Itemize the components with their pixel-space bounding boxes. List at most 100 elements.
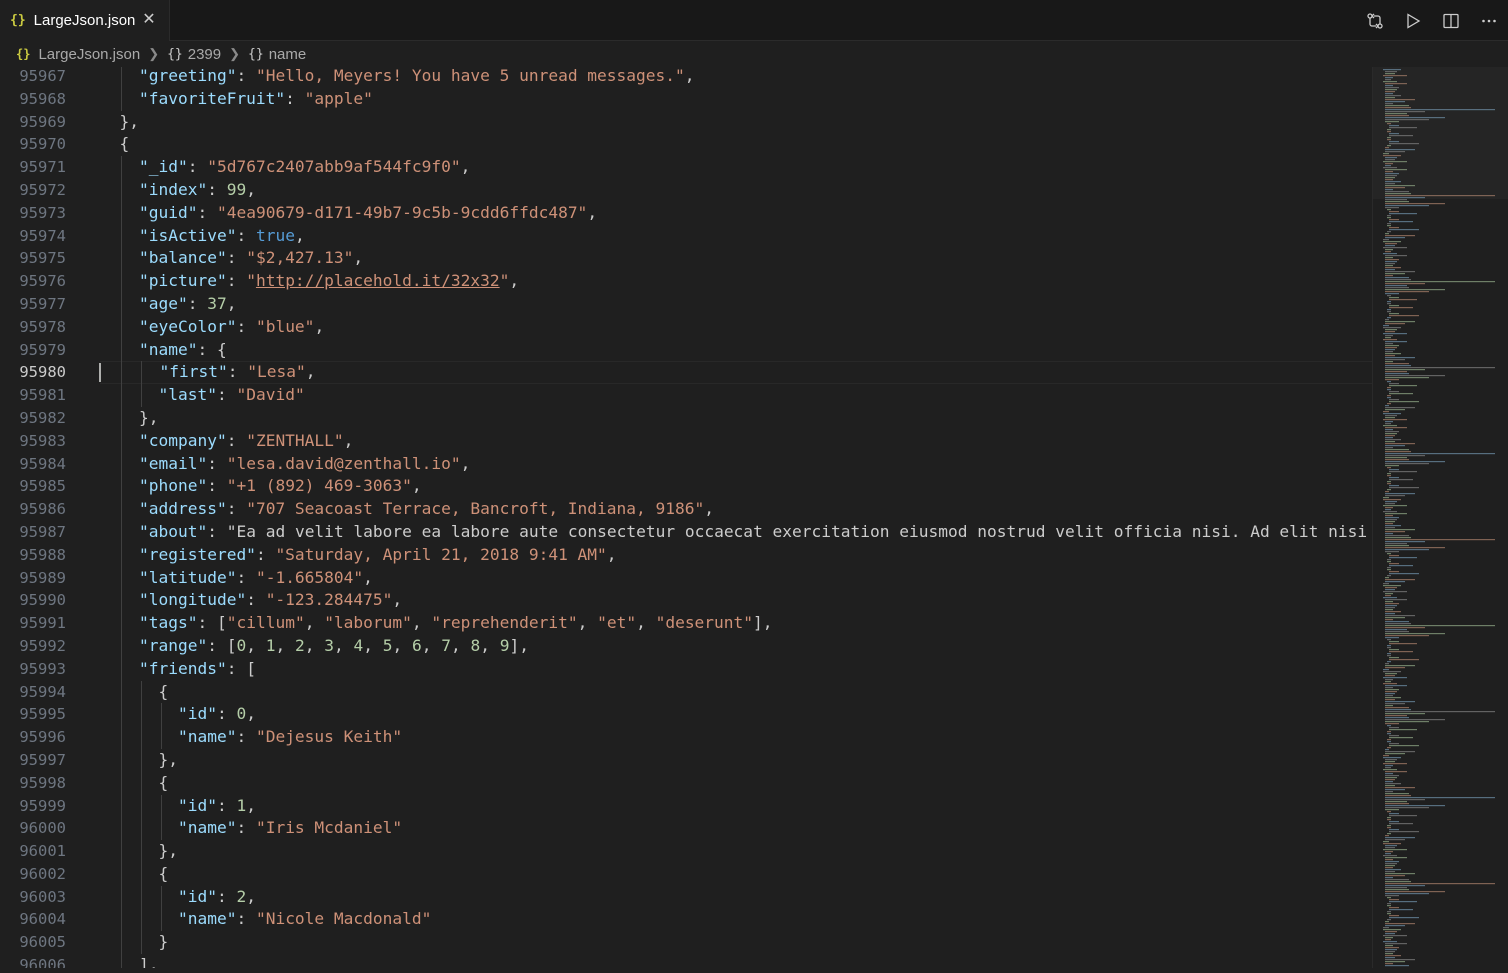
minimap-line	[1383, 325, 1389, 327]
indent-guide	[121, 748, 123, 772]
minimap-line	[1389, 297, 1399, 299]
more-actions-icon[interactable]	[1470, 0, 1508, 41]
minimap-line	[1385, 503, 1395, 505]
line-number: 95998	[19, 773, 66, 792]
minimap-line	[1387, 913, 1391, 915]
source-control-compare-icon[interactable]	[1356, 0, 1394, 41]
code-line[interactable]: {	[100, 771, 1372, 795]
code-text: },	[100, 407, 159, 427]
minimap-line	[1383, 419, 1407, 421]
indent-guide	[161, 726, 163, 749]
code-line[interactable]: {	[100, 680, 1372, 704]
code-line[interactable]: "index": 99,	[100, 178, 1372, 202]
line-number: 96002	[19, 864, 66, 883]
breadcrumb-item-2399[interactable]: {} 2399	[167, 46, 221, 63]
code-line[interactable]: "name": {	[100, 338, 1372, 362]
minimap-line	[1389, 471, 1417, 473]
minimap-line	[1385, 547, 1445, 549]
code-line[interactable]: "company": "ZENTHALL",	[100, 429, 1372, 453]
minimap-line	[1387, 553, 1391, 555]
minimap-line	[1387, 731, 1391, 733]
minimap-line	[1385, 667, 1405, 669]
code-line[interactable]: "about": "Ea ad velit labore ea labore a…	[100, 520, 1372, 544]
minimap[interactable]	[1372, 67, 1508, 968]
code-line[interactable]: "last": "David"	[100, 384, 1372, 407]
split-editor-icon[interactable]	[1432, 0, 1470, 41]
code-line[interactable]: "guid": "4ea90679-d171-49b7-9c5b-9cdd6ff…	[100, 201, 1372, 225]
tab-largejson[interactable]: {} LargeJson.json ✕	[0, 0, 170, 41]
minimap-line	[1385, 507, 1393, 509]
minimap-line	[1385, 595, 1391, 597]
json-file-icon: {}	[16, 47, 31, 61]
code-line[interactable]: "registered": "Saturday, April 21, 2018 …	[100, 543, 1372, 567]
code-line[interactable]: "name": "Nicole Macdonald"	[100, 908, 1372, 932]
minimap-line	[1385, 335, 1393, 337]
minimap-line	[1387, 381, 1391, 383]
minimap-line	[1385, 293, 1399, 295]
code-line[interactable]: "range": [0, 1, 2, 3, 4, 5, 6, 7, 8, 9],	[100, 634, 1372, 658]
run-icon[interactable]	[1394, 0, 1432, 41]
code-line[interactable]: "picture": "http://placehold.it/32x32",	[100, 270, 1372, 293]
close-icon[interactable]: ✕	[139, 10, 159, 30]
code-line[interactable]: },	[100, 111, 1372, 134]
code-line[interactable]: "first": "Lesa",	[99, 361, 1372, 385]
minimap-line	[1389, 221, 1413, 223]
minimap-line	[1385, 835, 1389, 837]
code-line[interactable]: "longitude": "-123.284475",	[100, 589, 1372, 613]
code-line[interactable]: "balance": "$2,427.13",	[100, 247, 1372, 271]
code-line[interactable]: "_id": "5d767c2407abb9af544fc9f0",	[100, 156, 1372, 179]
code-line[interactable]: "name": "Iris Mcdaniel"	[100, 817, 1372, 841]
minimap-line	[1385, 625, 1495, 627]
minimap-line	[1385, 949, 1397, 951]
code-line[interactable]: "greeting": "Hello, Meyers! You have 5 u…	[100, 67, 1372, 88]
code-text: {	[100, 772, 169, 792]
code-line[interactable]: "id": 2,	[100, 885, 1372, 909]
code-line[interactable]: "eyeColor": "blue",	[100, 315, 1372, 339]
minimap-line	[1385, 857, 1407, 859]
minimap-slider[interactable]	[1373, 67, 1508, 199]
minimap-line	[1385, 545, 1409, 547]
minimap-line	[1385, 201, 1409, 203]
minimap-line	[1387, 311, 1391, 313]
code-content[interactable]: "greeting": "Hello, Meyers! You have 5 u…	[99, 67, 1372, 968]
line-number: 95995	[19, 705, 66, 724]
code-line[interactable]: }	[100, 931, 1372, 955]
minimap-line	[1385, 863, 1397, 865]
minimap-line	[1387, 911, 1391, 913]
code-line[interactable]: },	[100, 748, 1372, 772]
minimap-line	[1383, 935, 1407, 937]
minimap-line	[1387, 303, 1391, 305]
code-line[interactable]: "id": 1,	[100, 794, 1372, 818]
code-line[interactable]: "isActive": true,	[100, 224, 1372, 248]
code-line[interactable]: },	[100, 406, 1372, 430]
code-line[interactable]: "name": "Dejesus Keith"	[100, 726, 1372, 749]
code-text: "about": "Ea ad velit labore ea labore a…	[138, 521, 1368, 541]
breadcrumb-file[interactable]: {} LargeJson.json	[16, 46, 140, 63]
indent-guide	[121, 406, 123, 430]
code-line[interactable]: "tags": ["cillum", "laborum", "reprehend…	[100, 612, 1372, 635]
breadcrumb-item-name[interactable]: {} name	[248, 46, 306, 63]
code-line[interactable]: {	[100, 133, 1372, 156]
code-line[interactable]: "id": 0,	[100, 703, 1372, 727]
code-line[interactable]: "favoriteFruit": "apple"	[100, 87, 1372, 111]
minimap-line	[1385, 259, 1399, 261]
code-text: {	[100, 681, 169, 701]
code-line[interactable]: "latitude": "-1.665804",	[100, 566, 1372, 590]
minimap-line	[1385, 959, 1415, 961]
code-line[interactable]: "friends": [	[100, 657, 1372, 681]
minimap-line	[1385, 847, 1395, 849]
minimap-line	[1387, 827, 1391, 829]
minimap-line	[1389, 657, 1399, 659]
code-line[interactable]: {	[100, 862, 1372, 886]
code-line[interactable]: },	[100, 840, 1372, 863]
minimap-line	[1385, 805, 1445, 807]
code-line[interactable]: "email": "lesa.david@zenthall.io",	[100, 452, 1372, 476]
code-line[interactable]: ],	[100, 954, 1372, 968]
code-line[interactable]: "age": 37,	[100, 292, 1372, 316]
code-editor[interactable]: 95967 95968 95969 95970 95971 95972 95973 95974…	[0, 67, 1372, 968]
code-line[interactable]: "phone": "+1 (892) 469-3063",	[100, 475, 1372, 499]
line-number: 95996	[19, 728, 66, 747]
minimap-line	[1385, 343, 1393, 345]
code-line[interactable]: "address": "707 Seacoast Terrace, Bancro…	[100, 498, 1372, 521]
minimap-line	[1385, 513, 1407, 515]
